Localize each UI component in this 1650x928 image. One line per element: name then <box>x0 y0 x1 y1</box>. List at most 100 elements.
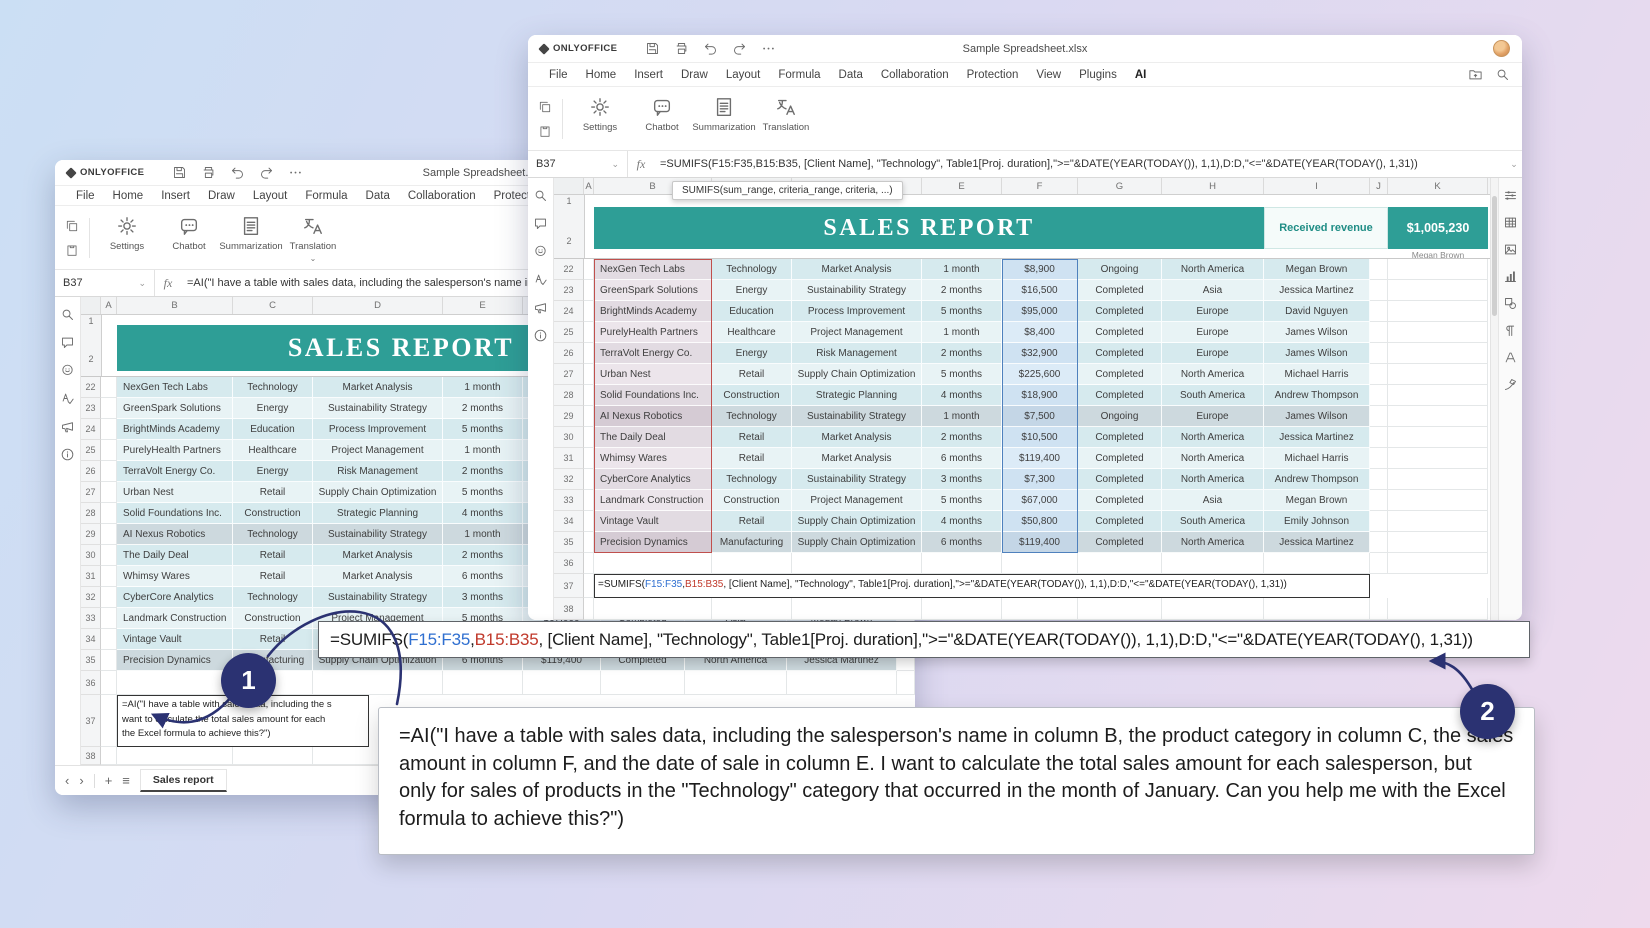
row-header-37[interactable]: 37 <box>81 695 101 747</box>
cell[interactable]: $8,900 <box>1002 259 1078 280</box>
cell[interactable]: North America <box>1162 469 1264 490</box>
user-avatar[interactable] <box>1493 40 1510 57</box>
row-header-28[interactable]: 28 <box>554 385 584 406</box>
cell[interactable] <box>1388 427 1488 448</box>
cell[interactable] <box>101 461 117 482</box>
cell[interactable]: Completed <box>1078 490 1162 511</box>
cell[interactable]: PurelyHealth Partners <box>117 440 233 461</box>
text-art-settings-icon[interactable] <box>1503 350 1518 365</box>
cell[interactable]: Europe <box>1162 343 1264 364</box>
cell[interactable]: Construction <box>233 503 313 524</box>
cell[interactable]: GreenSpark Solutions <box>594 280 712 301</box>
cell[interactable] <box>594 553 712 574</box>
row-header-26[interactable]: 26 <box>554 343 584 364</box>
cell[interactable]: Market Analysis <box>792 448 922 469</box>
cell[interactable]: $8,400 <box>1002 322 1078 343</box>
cell[interactable]: Completed <box>1078 364 1162 385</box>
add-sheet-icon[interactable]: + <box>105 774 113 787</box>
cell[interactable]: Completed <box>1078 427 1162 448</box>
cell[interactable]: Construction <box>712 490 792 511</box>
cell[interactable]: Market Analysis <box>313 545 443 566</box>
cell[interactable] <box>101 650 117 671</box>
cell[interactable] <box>313 671 443 695</box>
row-header-35[interactable]: 35 <box>81 650 101 671</box>
cell[interactable] <box>1162 553 1264 574</box>
toolbar-button-translation[interactable]: Translation⌄ <box>284 215 342 261</box>
cell[interactable]: Manufacturing <box>712 532 792 553</box>
cell[interactable]: TerraVolt Energy Co. <box>594 343 712 364</box>
row-header-1[interactable]: 1 <box>81 316 101 326</box>
cell[interactable] <box>712 553 792 574</box>
cell[interactable]: Completed <box>1078 343 1162 364</box>
feedback-icon[interactable] <box>60 419 75 434</box>
menu-tab-home[interactable]: Home <box>577 63 626 86</box>
cell[interactable]: GreenSpark Solutions <box>117 398 233 419</box>
cell[interactable] <box>584 385 594 406</box>
row-header-25[interactable]: 25 <box>554 322 584 343</box>
row-header-31[interactable]: 31 <box>81 566 101 587</box>
cell[interactable] <box>1078 598 1162 620</box>
print-icon[interactable] <box>201 165 216 180</box>
cell[interactable]: South America <box>1162 511 1264 532</box>
cell[interactable] <box>1388 259 1488 280</box>
search-icon[interactable] <box>1495 67 1510 82</box>
cell[interactable]: 3 months <box>922 469 1002 490</box>
row-header-38[interactable]: 38 <box>554 598 584 620</box>
cell[interactable] <box>443 671 523 695</box>
cell[interactable]: CyberCore Analytics <box>594 469 712 490</box>
cell[interactable]: 2 months <box>443 398 523 419</box>
cell[interactable] <box>897 671 915 695</box>
save-icon[interactable] <box>645 41 660 56</box>
cell[interactable] <box>1388 469 1488 490</box>
cell[interactable]: Energy <box>233 398 313 419</box>
row-header-32[interactable]: 32 <box>554 469 584 490</box>
cell[interactable] <box>584 553 594 574</box>
cell[interactable] <box>1370 259 1388 280</box>
toolbar-button-translation[interactable]: Translation <box>757 96 815 133</box>
cell[interactable]: Retail <box>233 566 313 587</box>
cell[interactable]: Precision Dynamics <box>594 532 712 553</box>
cell[interactable]: Construction <box>712 385 792 406</box>
cell[interactable]: 6 months <box>922 532 1002 553</box>
paste-icon[interactable] <box>65 243 79 257</box>
comments-icon[interactable] <box>533 216 548 231</box>
copy-icon[interactable] <box>65 219 79 233</box>
menu-tab-data[interactable]: Data <box>357 186 399 205</box>
cell[interactable] <box>584 598 594 620</box>
cell[interactable]: North America <box>1162 364 1264 385</box>
cell[interactable]: 2 months <box>922 427 1002 448</box>
toolbar-button-summarization[interactable]: Summarization <box>695 96 753 133</box>
row-header-2[interactable]: 2 <box>554 236 584 246</box>
cell[interactable]: South America <box>1162 385 1264 406</box>
more-icon[interactable] <box>761 41 776 56</box>
shape-settings-icon[interactable] <box>1503 296 1518 311</box>
cell[interactable] <box>584 301 594 322</box>
cell[interactable]: Andrew Thompson <box>1264 469 1370 490</box>
cell[interactable] <box>787 671 897 695</box>
cell[interactable]: James Wilson <box>1264 322 1370 343</box>
column-header-k[interactable]: K <box>1388 178 1488 194</box>
cell[interactable]: Michael Harris <box>1264 364 1370 385</box>
cell[interactable] <box>584 280 594 301</box>
cell[interactable]: Sustainability Strategy <box>313 398 443 419</box>
row-header-36[interactable]: 36 <box>554 553 584 574</box>
cell[interactable] <box>1370 448 1388 469</box>
cell-settings-icon[interactable] <box>1503 188 1518 203</box>
cell[interactable] <box>584 532 594 553</box>
toolbar-button-settings[interactable]: Settings <box>571 96 629 133</box>
cell[interactable]: 2 months <box>443 461 523 482</box>
row-header-23[interactable]: 23 <box>554 280 584 301</box>
select-all-corner[interactable] <box>554 178 584 194</box>
cell[interactable] <box>1370 511 1388 532</box>
row-header-28[interactable]: 28 <box>81 503 101 524</box>
cell[interactable] <box>1388 385 1488 406</box>
cell[interactable]: Retail <box>233 629 313 650</box>
redo-icon[interactable] <box>732 41 747 56</box>
cell[interactable] <box>685 671 787 695</box>
cell[interactable] <box>1264 553 1370 574</box>
cell[interactable]: Urban Nest <box>117 482 233 503</box>
toolbar-button-summarization[interactable]: Summarization <box>222 215 280 252</box>
cell[interactable]: Completed <box>1078 532 1162 553</box>
cell[interactable]: 5 months <box>922 301 1002 322</box>
cell[interactable]: Energy <box>712 343 792 364</box>
